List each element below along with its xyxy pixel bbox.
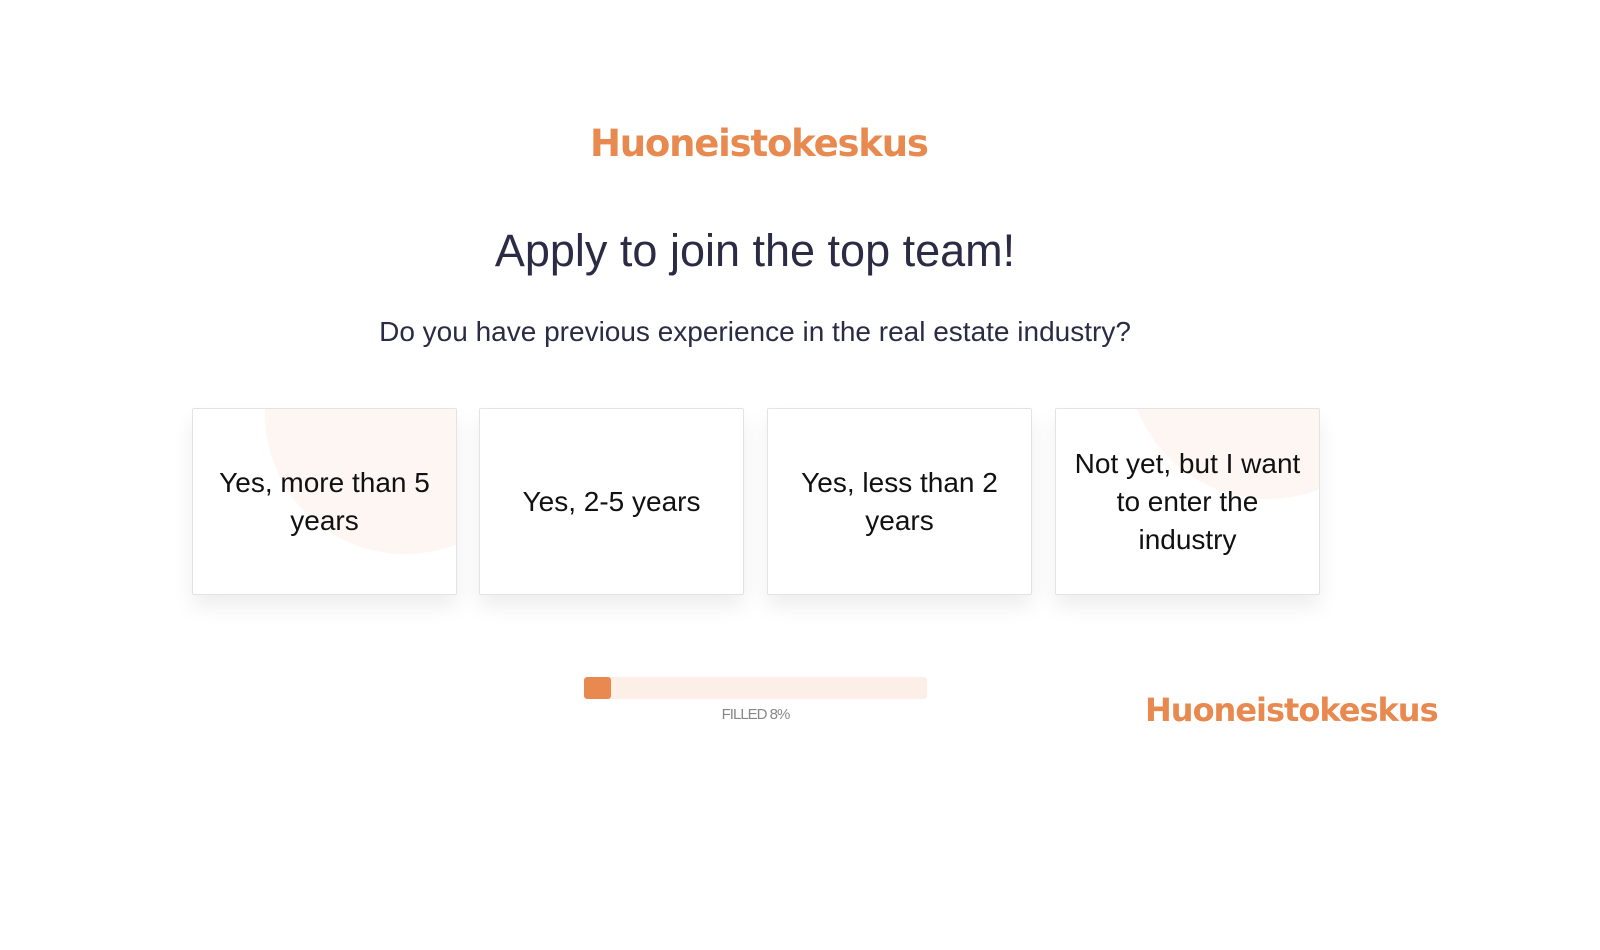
survey-page: Huoneistokeskus Apply to join the top te… [0,0,1600,950]
option-less-than-2-years[interactable]: Yes, less than 2 years [767,408,1032,595]
progress-bar-fill [584,677,612,699]
option-2-5-years[interactable]: Yes, 2-5 years [479,408,744,595]
progress-bar [584,677,927,699]
progress-label: FILLED 8% [721,706,791,723]
option-not-yet[interactable]: Not yet, but I want to enter the industr… [1055,408,1320,595]
footer-logo: Huoneistokeskus [1145,691,1439,729]
option-label: Yes, 2-5 years [522,485,701,517]
option-more-than-5-years[interactable]: Yes, more than 5 years [192,408,457,595]
page-title: Apply to join the top team! [494,225,1016,276]
answer-options: Yes, more than 5 years Yes, 2-5 years Ye… [192,408,1322,595]
option-label: Not yet, but I want to enter the industr… [1074,447,1301,555]
brand-logo: Huoneistokeskus [590,122,929,165]
option-label: Yes, less than 2 years [801,466,998,536]
question-text: Do you have previous experience in the r… [379,316,1131,347]
option-label: Yes, more than 5 years [219,466,430,536]
